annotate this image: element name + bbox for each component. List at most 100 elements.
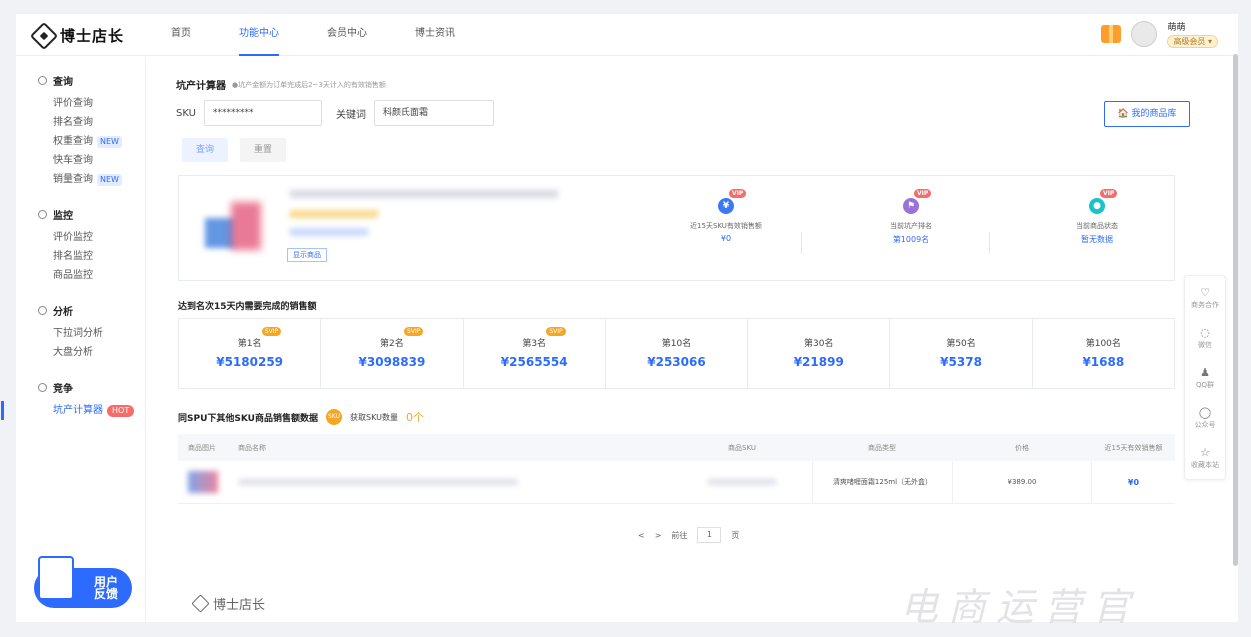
keyword-label: 关键词 — [335, 109, 366, 121]
rank-value: ¥21899 — [793, 355, 844, 369]
rank-cell: 第3名 SVIP ¥2565554 — [464, 319, 606, 388]
product-title-blurred — [289, 190, 559, 198]
nav-features[interactable]: 功能中心 — [239, 14, 279, 56]
sidebar-item-label: 排名监控 — [53, 251, 93, 262]
stat-label: 当前坑产排名 — [890, 222, 932, 230]
rank-label: 第100名 — [1085, 339, 1121, 349]
sidebar-group-title: 查询 — [38, 73, 145, 88]
sidebar-item-product-monitor[interactable]: 商品监控 — [38, 266, 145, 285]
sidebar-group-label: 分析 — [53, 307, 73, 318]
sidebar-item-rank-monitor[interactable]: 排名监控 — [38, 247, 145, 266]
svip-badge: SVIP — [404, 327, 424, 336]
search-icon — [38, 76, 47, 85]
float-label: 公众号 — [1194, 420, 1216, 429]
feedback-button[interactable]: 用户 反馈 — [34, 556, 132, 608]
avatar[interactable] — [1131, 21, 1158, 47]
new-badge: NEW — [97, 135, 122, 148]
float-favorite[interactable]: ☆ 收藏本站 — [1185, 440, 1225, 476]
sidebar-item-express-query[interactable]: 快车查询 — [38, 151, 145, 170]
show-product-button[interactable]: 显示商品 — [287, 248, 327, 262]
rank-value: ¥3098839 — [358, 355, 426, 369]
divider — [801, 232, 802, 254]
sidebar-item-weight-query[interactable]: 权重查询 NEW — [38, 132, 145, 151]
monitor-icon — [38, 210, 47, 219]
prev-page-button[interactable]: < — [638, 531, 645, 540]
logo[interactable]: 博士店长 — [29, 21, 125, 50]
sidebar-item-rank-query[interactable]: 排名查询 — [38, 113, 145, 132]
footer-logo: 博士店长 — [191, 594, 266, 613]
nav-news[interactable]: 博士资讯 — [415, 14, 455, 56]
app-window: 博士店长 首页 功能中心 会员中心 博士资讯 萌萌 高级会员 ▾ 查询 评价查询… — [1, 14, 1238, 622]
float-wechat[interactable]: ◌ 微信 — [1185, 320, 1225, 356]
float-qq[interactable]: ♟ QQ群 — [1185, 360, 1225, 396]
nav-home[interactable]: 首页 — [171, 14, 191, 56]
product-image — [201, 196, 265, 256]
product-price-blurred — [289, 210, 379, 218]
reset-button[interactable]: 重置 — [240, 138, 286, 162]
product-name-blurred — [238, 479, 518, 485]
sidebar-item-label: 大盘分析 — [53, 347, 93, 358]
sidebar-group-title: 竞争 — [38, 380, 145, 395]
svip-badge: SVIP — [261, 327, 282, 336]
table-row[interactable]: 清爽啫喱面霜125ml（无外盒） ¥389.00 ¥0 — [178, 460, 1175, 504]
member-badge[interactable]: 高级会员 ▾ — [1167, 35, 1218, 48]
float-official[interactable]: ◯ 公众号 — [1185, 400, 1225, 436]
goto-label: 前往 — [671, 530, 688, 540]
spu-table: 商品图片 商品名称 商品SKU 商品类型 价格 近15天有效销售额 清爽啫喱面霜… — [178, 434, 1175, 504]
sku-input[interactable]: ********* — [203, 100, 322, 126]
header-user-area: 萌萌 高级会员 ▾ — [1101, 20, 1218, 48]
sidebar-group-compete: 竞争 坑产计算器 HOT — [1, 380, 145, 420]
chat-icon: ◯ — [1198, 405, 1212, 419]
sidebar-group-title: 分析 — [38, 303, 145, 318]
col-sku: 商品SKU — [728, 443, 756, 452]
qq-icon: ♟ — [1200, 365, 1210, 379]
clock-icon — [38, 306, 47, 315]
nav-member[interactable]: 会员中心 — [327, 14, 367, 56]
product-sku-blurred — [707, 479, 777, 485]
compete-icon — [38, 383, 47, 392]
sidebar-item-review-monitor[interactable]: 评价监控 — [38, 228, 145, 247]
rank-cell: 第1名 SVIP ¥5180259 — [179, 319, 322, 388]
next-page-button[interactable]: > — [655, 531, 662, 540]
user-info[interactable]: 萌萌 高级会员 ▾ — [1167, 20, 1218, 48]
ranking-grid: 第1名 SVIP ¥5180259 第2名 SVIP ¥3098839 第3名 SVIP ¥… — [178, 318, 1175, 389]
stat-value: 第1009名 — [892, 235, 930, 244]
rank-label: 第3名 SVIP — [522, 327, 566, 349]
row-sku-cell — [672, 479, 812, 485]
calculator-hint: ●坑产金额为订单完成后2~3天计入的有效销售额 — [232, 80, 386, 89]
gift-icon[interactable] — [1101, 25, 1122, 43]
float-business[interactable]: ♡ 商务合作 — [1185, 280, 1225, 316]
sidebar-item-dropdown-analysis[interactable]: 下拉词分析 — [38, 324, 145, 343]
col-image: 商品图片 — [188, 443, 216, 452]
footer-logo-text: 博士店长 — [213, 598, 266, 613]
sidebar-item-market-analysis[interactable]: 大盘分析 — [38, 343, 145, 362]
main-content: 坑产计算器 ●坑产金额为订单完成后2~3天计入的有效销售额 SKU ******… — [166, 57, 1190, 622]
sidebar-item-sales-query[interactable]: 销量查询 NEW — [38, 170, 145, 189]
form-buttons: 查询 重置 — [182, 138, 286, 162]
logo-text: 博士店长 — [60, 27, 125, 45]
rank-cell: 第50名 ¥5378 — [890, 319, 1033, 388]
rank-value: ¥1688 — [1082, 355, 1125, 369]
rank-label: 第50名 — [946, 339, 976, 349]
col-type: 商品类型 — [868, 443, 896, 452]
float-label: 微信 — [1198, 340, 1212, 349]
sidebar-group-monitor: 监控 评价监控 排名监控 商品监控 — [16, 207, 145, 285]
sku-label: SKU — [176, 107, 196, 119]
row-type: 清爽啫喱面霜125ml（无外盒） — [812, 460, 952, 504]
query-button[interactable]: 查询 — [182, 138, 228, 162]
sidebar-item-review-query[interactable]: 评价查询 — [38, 94, 145, 113]
rank-cell: 第2名 SVIP ¥3098839 — [321, 319, 464, 388]
float-label: QQ群 — [1195, 380, 1215, 389]
sidebar-group-label: 监控 — [53, 211, 73, 222]
keyword-input[interactable]: 科颜氏面霜 — [373, 100, 494, 126]
sidebar-item-label: 排名查询 — [53, 117, 93, 128]
rank-value: ¥2565554 — [500, 355, 568, 369]
page-scrollbar[interactable] — [1233, 54, 1238, 566]
my-library-button[interactable]: 🏠 我的商品库 — [1104, 101, 1190, 127]
sidebar-item-pit-calculator[interactable]: 坑产计算器 HOT — [1, 401, 145, 420]
page-input[interactable]: 1 — [697, 527, 722, 543]
stat-rank: ⚑ VIP 当前坑产排名 第1009名 — [836, 189, 986, 245]
sidebar-group-label: 查询 — [53, 77, 73, 88]
right-float-bar: ♡ 商务合作 ◌ 微信 ♟ QQ群 ◯ 公众号 ☆ 收藏本站 — [1184, 275, 1226, 480]
product-card: 显示商品 ¥ VIP 近15天SKU有效销售额 ¥0 ⚑ VIP 当前坑产排名 第1… — [178, 175, 1175, 281]
